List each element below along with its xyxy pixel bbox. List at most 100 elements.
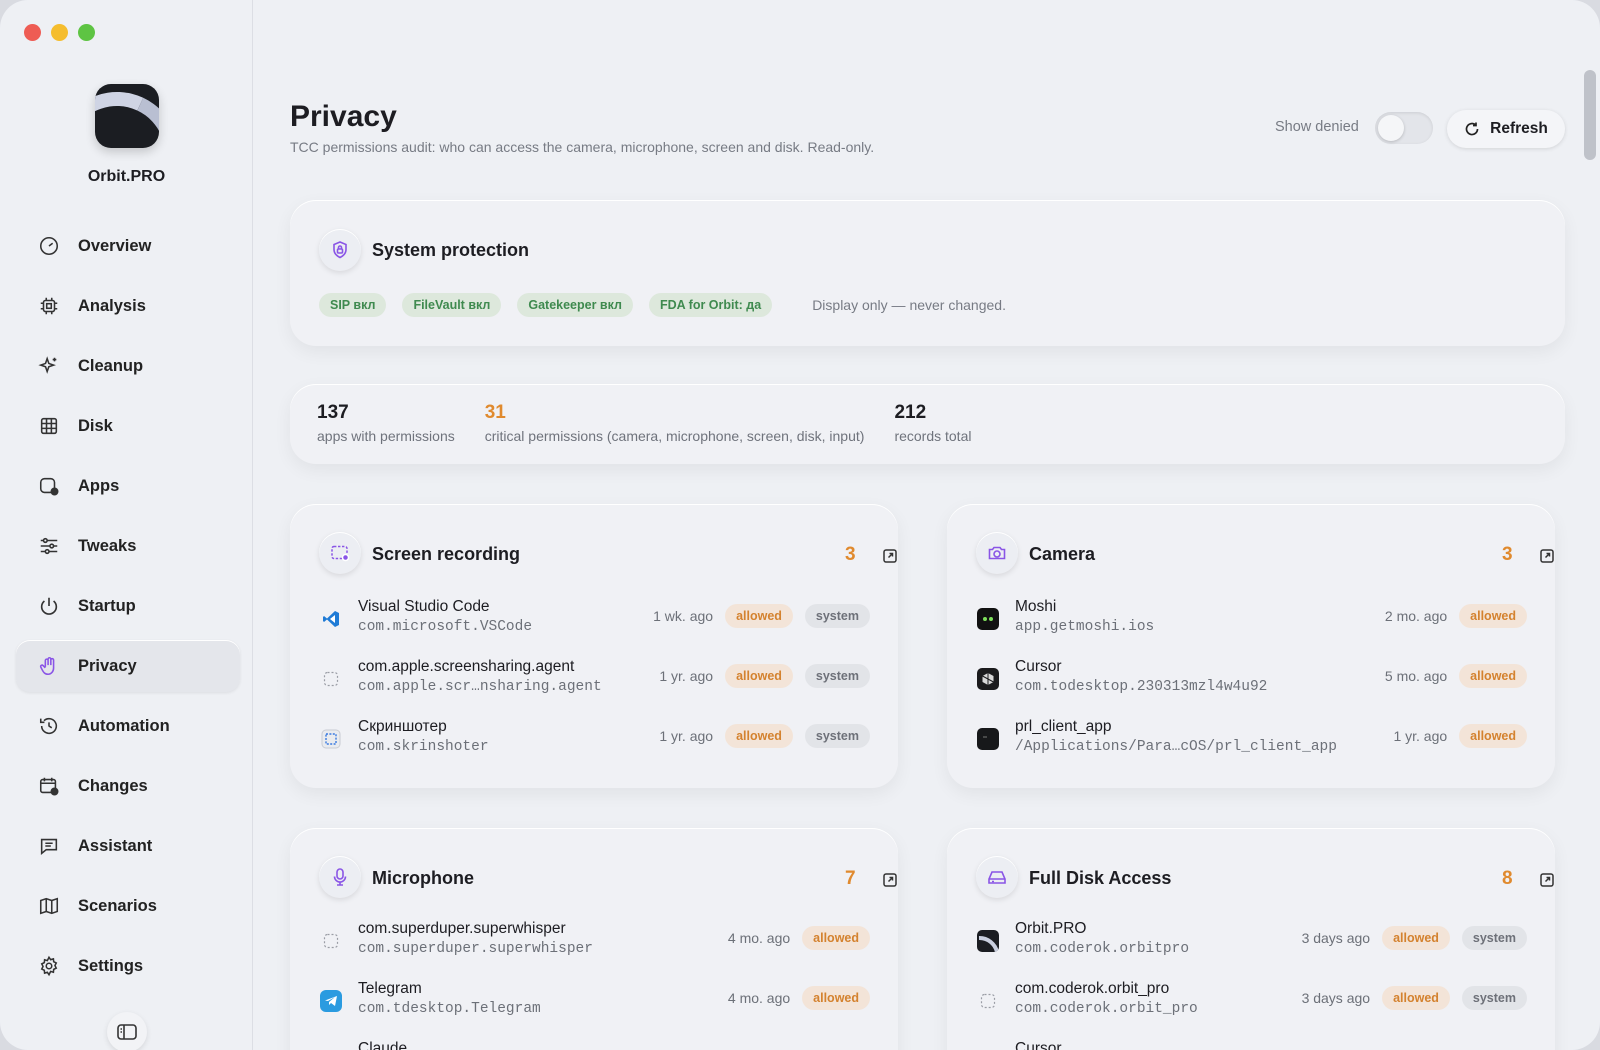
- last-used: 3 days ago: [1301, 930, 1371, 946]
- microphone-card: Microphone 7 com.superduper.superwhisper…: [290, 828, 898, 1050]
- status-badge: allowed: [725, 724, 793, 748]
- permission-row[interactable]: Cursor: [975, 1038, 1527, 1050]
- main-content: Privacy TCC permissions audit: who can a…: [253, 0, 1583, 1050]
- permission-row[interactable]: com.coderok.orbit_pro com.coderok.orbit_…: [975, 978, 1527, 1026]
- system-badge: system: [804, 604, 870, 628]
- sidebar-item-analysis[interactable]: Analysis: [16, 280, 240, 332]
- status-badge: allowed: [1459, 724, 1527, 748]
- bundle-id: com.todesktop.230313mzl4w4u92: [1015, 679, 1268, 695]
- sidebar-item-privacy[interactable]: Privacy: [16, 640, 240, 692]
- stats-card: 137 apps with permissions 31 critical pe…: [290, 384, 1565, 464]
- sidebar-item-overview[interactable]: Overview: [16, 220, 240, 272]
- sidebar-item-changes[interactable]: Changes: [16, 760, 240, 812]
- stat-critical: 31 critical permissions (camera, microph…: [485, 402, 865, 464]
- app-name: Orbit.PRO: [1015, 920, 1087, 937]
- app-logo: [95, 84, 159, 148]
- show-denied-label: Show denied: [1275, 119, 1359, 135]
- sidebar-item-label: Automation: [78, 716, 170, 735]
- sidebar-item-scenarios[interactable]: Scenarios: [16, 880, 240, 932]
- status-badge: allowed: [725, 664, 793, 688]
- app-name: Orbit.PRO: [87, 168, 166, 185]
- show-denied-toggle[interactable]: [1375, 112, 1433, 144]
- sidebar-item-disk[interactable]: Disk: [16, 400, 240, 452]
- permission-row[interactable]: prl_client_app /Applications/Para…cOS/pr…: [975, 716, 1527, 764]
- permission-count: 3: [845, 544, 856, 565]
- status-chip-sip: SIP вкл: [319, 293, 387, 317]
- permission-row[interactable]: Visual Studio Code com.microsoft.VSCode …: [318, 596, 870, 644]
- open-external-icon[interactable]: [1539, 872, 1555, 888]
- refresh-icon: [1465, 122, 1479, 136]
- sidebar-item-apps[interactable]: Apps: [16, 460, 240, 512]
- gauge-icon: [39, 236, 59, 256]
- sidebar-item-startup[interactable]: Startup: [16, 580, 240, 632]
- card-title: Full Disk Access: [1029, 868, 1172, 888]
- permission-row[interactable]: Moshi app.getmoshi.ios 2 mo. ago allowed: [975, 596, 1527, 644]
- history-icon: [39, 717, 58, 735]
- calendar-icon: [39, 777, 59, 796]
- sidebar-nav: Overview Analysis Cleanup Disk Apps Twea…: [16, 220, 240, 1000]
- card-title: System protection: [372, 240, 530, 260]
- full-disk-access-card: Full Disk Access 8 Orbit.PRO com.coderok…: [947, 828, 1555, 1050]
- permission-row[interactable]: com.apple.screensharing.agent com.apple.…: [318, 656, 870, 704]
- permission-row[interactable]: com.superduper.superwhisper com.superdup…: [318, 918, 870, 966]
- screen-recording-card: Screen recording 3 Visual Studio Code co…: [290, 504, 898, 788]
- permission-row[interactable]: Скриншотер com.skrinshoter 1 yr. ago allo…: [318, 716, 870, 764]
- sidebar-item-label: Apps: [78, 476, 120, 495]
- refresh-button[interactable]: Refresh: [1447, 110, 1565, 148]
- sidebar-item-automation[interactable]: Automation: [16, 700, 240, 752]
- last-used: 2 mo. ago: [1384, 608, 1448, 624]
- terminal-icon: [977, 728, 999, 750]
- sidebar-item-settings[interactable]: Settings: [16, 940, 240, 992]
- hand-icon: [39, 657, 55, 676]
- permission-row[interactable]: Orbit.PRO com.coderok.orbitpro 3 days ag…: [975, 918, 1527, 966]
- last-used: 5 mo. ago: [1384, 668, 1448, 684]
- sidebar-item-label: Changes: [78, 776, 148, 795]
- stat-apps: 137 apps with permissions: [317, 402, 455, 464]
- permission-row[interactable]: Claude: [318, 1038, 870, 1050]
- sidebar-item-label: Scenarios: [78, 896, 157, 915]
- permission-row[interactable]: Telegram com.tdesktop.Telegram 4 mo. ago…: [318, 978, 870, 1026]
- moshi-icon: [977, 608, 999, 630]
- sidebar-item-assistant[interactable]: Assistant: [16, 820, 240, 872]
- sidebar-item-label: Overview: [78, 236, 152, 255]
- refresh-label: Refresh: [1490, 120, 1548, 137]
- stat-label: critical permissions (camera, microphone…: [484, 428, 865, 444]
- card-title: Microphone: [372, 868, 474, 888]
- open-external-icon[interactable]: [882, 548, 898, 564]
- stat-value: 31: [484, 402, 506, 423]
- app-name: Cursor: [1015, 1040, 1062, 1050]
- grid-icon: [40, 417, 58, 435]
- last-used: 1 yr. ago: [659, 668, 714, 684]
- app-name: Claude: [358, 1040, 408, 1050]
- bundle-id: com.coderok.orbitpro: [1015, 941, 1190, 957]
- sidebar-item-label: Assistant: [78, 836, 153, 855]
- status-chip-filevault: FileVault вкл: [402, 293, 502, 317]
- placeholder-app-icon: [320, 668, 342, 690]
- disk-drive-icon: [976, 856, 1018, 898]
- last-used: 4 mo. ago: [727, 930, 791, 946]
- power-icon: [40, 597, 58, 615]
- sidebar-item-label: Tweaks: [78, 536, 137, 555]
- app-name: Visual Studio Code: [358, 598, 490, 615]
- sidebar-item-label: Startup: [78, 596, 136, 615]
- chat-icon: [40, 838, 58, 855]
- toggle-knob: [1378, 115, 1404, 141]
- status-chip-gatekeeper: Gatekeeper вкл: [517, 293, 633, 317]
- sidebar-item-cleanup[interactable]: Cleanup: [16, 340, 240, 392]
- sidebar-item-tweaks[interactable]: Tweaks: [16, 520, 240, 572]
- camera-card: Camera 3 Moshi app.getmoshi.ios 2 mo. ag…: [947, 504, 1555, 788]
- open-external-icon[interactable]: [1539, 548, 1555, 564]
- toggle-sidebar-button[interactable]: [107, 1012, 147, 1050]
- bundle-id: com.microsoft.VSCode: [358, 619, 533, 635]
- permission-row[interactable]: Cursor com.todesktop.230313mzl4w4u92 5 m…: [975, 656, 1527, 704]
- scrollbar-thumb[interactable]: [1584, 70, 1596, 160]
- open-external-icon[interactable]: [882, 872, 898, 888]
- map-icon: [39, 897, 59, 915]
- card-title: Camera: [1029, 544, 1096, 564]
- shield-icon: [319, 229, 361, 271]
- app-name: Скриншотер: [358, 718, 447, 735]
- camera-icon: [976, 532, 1018, 574]
- last-used: 1 wk. ago: [653, 608, 714, 624]
- sidebar-item-label: Settings: [78, 956, 144, 975]
- bundle-id: /Applications/Para…cOS/prl_client_app: [1015, 739, 1337, 755]
